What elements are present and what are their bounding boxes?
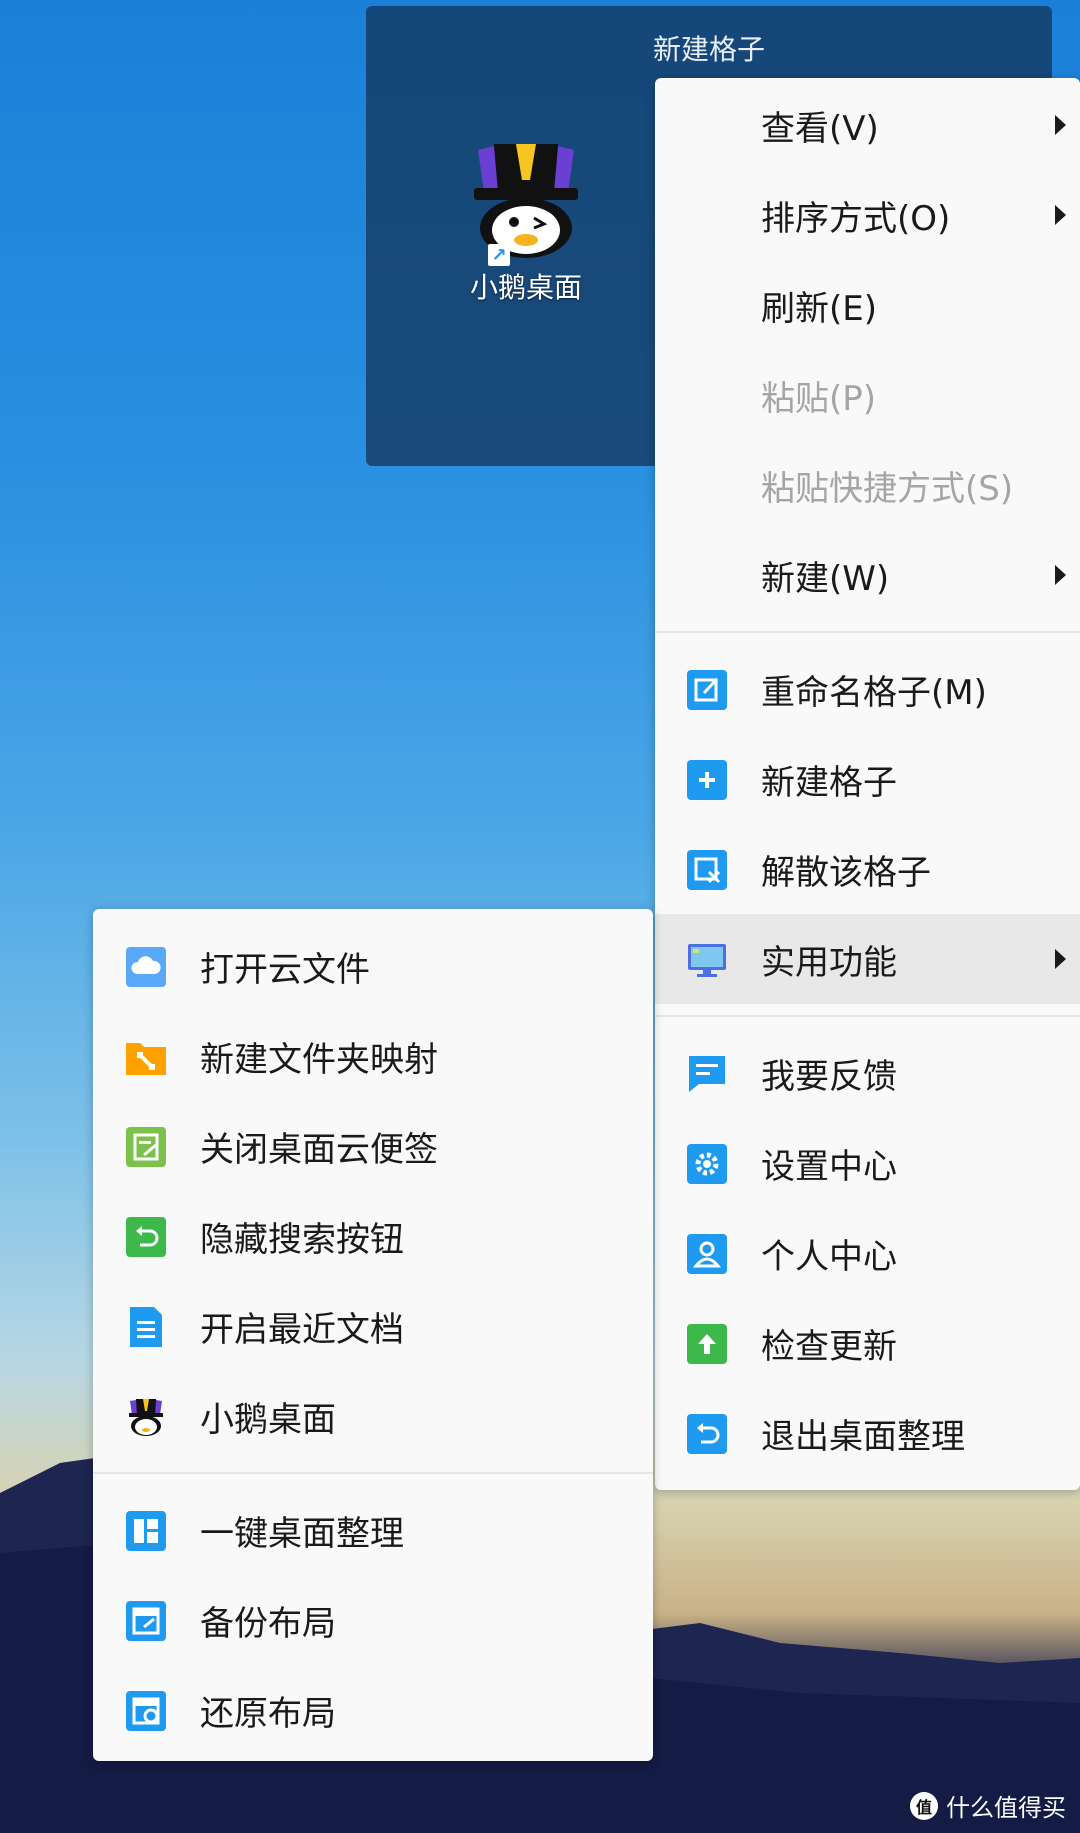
menu-label: 退出桌面整理	[761, 1416, 965, 1457]
submenu-item-one-click-organize[interactable]: 一键桌面整理	[93, 1485, 653, 1575]
menu-item-settings[interactable]: 设置中心	[655, 1118, 1080, 1208]
document-icon	[126, 1307, 166, 1356]
submenu-item-hide-search-button[interactable]: 隐藏搜索按钮	[93, 1191, 653, 1281]
penguin-app-icon	[474, 144, 578, 258]
feedback-icon	[687, 1054, 727, 1103]
menu-item-profile[interactable]: 个人中心	[655, 1208, 1080, 1298]
menu-label: 新建(W)	[761, 558, 890, 599]
menu-label: 设置中心	[761, 1146, 897, 1187]
menu-label: 新建文件夹映射	[200, 1039, 438, 1080]
upload-arrow-icon	[687, 1324, 727, 1373]
submenu-item-new-folder-mapping[interactable]: 新建文件夹映射	[93, 1011, 653, 1101]
submenu-item-backup-layout[interactable]: 备份布局	[93, 1575, 653, 1665]
user-icon	[687, 1234, 727, 1283]
menu-item-sort[interactable]: 排序方式(O)	[655, 170, 1080, 260]
folder-mapping-icon	[126, 1037, 166, 1086]
menu-label: 查看(V)	[761, 108, 879, 149]
shortcut-arrow-icon: ↗	[488, 244, 510, 266]
restore-icon	[126, 1691, 166, 1740]
menu-item-refresh[interactable]: 刷新(E)	[655, 260, 1080, 350]
menu-label: 我要反馈	[761, 1056, 897, 1097]
utilities-submenu: 打开云文件 新建文件夹映射 关闭桌面云便签 隐藏搜索按钮 开启最近文档 小鹅桌面	[93, 909, 653, 1761]
submenu-item-enable-recent-docs[interactable]: 开启最近文档	[93, 1281, 653, 1371]
submenu-item-xiaoe-desktop[interactable]: 小鹅桌面	[93, 1371, 653, 1461]
menu-item-utilities[interactable]: 实用功能	[655, 914, 1080, 1004]
menu-separator	[655, 1015, 1080, 1017]
submenu-item-close-cloud-note[interactable]: 关闭桌面云便签	[93, 1101, 653, 1191]
menu-label: 个人中心	[761, 1236, 897, 1277]
menu-label: 新建格子	[761, 762, 897, 803]
menu-label: 还原布局	[200, 1693, 336, 1734]
menu-item-feedback[interactable]: 我要反馈	[655, 1028, 1080, 1118]
note-icon	[126, 1127, 166, 1176]
menu-label: 隐藏搜索按钮	[200, 1219, 404, 1260]
menu-label: 粘贴快捷方式(S)	[761, 468, 1014, 509]
menu-label: 备份布局	[200, 1603, 336, 1644]
menu-label: 一键桌面整理	[200, 1513, 404, 1554]
watermark-logo: 值	[910, 1791, 938, 1820]
watermark: 值 什么值得买	[910, 1788, 1066, 1823]
menu-label: 小鹅桌面	[200, 1399, 336, 1440]
grid-title: 新建格子	[652, 33, 765, 66]
menu-item-paste: 粘贴(P)	[655, 350, 1080, 440]
submenu-arrow-icon	[1055, 565, 1066, 585]
gear-icon	[687, 1144, 727, 1193]
submenu-arrow-icon	[1055, 205, 1066, 225]
menu-separator	[655, 631, 1080, 633]
penguin-app-icon	[126, 1397, 166, 1446]
menu-label: 检查更新	[761, 1326, 897, 1367]
undo-icon	[687, 1414, 727, 1463]
menu-label: 粘贴(P)	[761, 378, 877, 419]
menu-label: 开启最近文档	[200, 1309, 404, 1350]
menu-item-rename-grid[interactable]: 重命名格子(M)	[655, 644, 1080, 734]
context-menu: 查看(V) 排序方式(O) 刷新(E) 粘贴(P) 粘贴快捷方式(S) 新建(W…	[655, 78, 1080, 1490]
menu-item-check-update[interactable]: 检查更新	[655, 1298, 1080, 1388]
menu-label: 排序方式(O)	[761, 198, 951, 239]
undo-icon	[126, 1217, 166, 1266]
menu-label: 解散该格子	[761, 852, 931, 893]
menu-item-dissolve-grid[interactable]: 解散该格子	[655, 824, 1080, 914]
monitor-icon	[687, 940, 727, 989]
menu-label: 重命名格子(M)	[761, 672, 987, 713]
menu-label: 实用功能	[761, 942, 897, 983]
dissolve-grid-icon	[687, 850, 727, 899]
menu-item-new[interactable]: 新建(W)	[655, 530, 1080, 620]
submenu-item-open-cloud-files[interactable]: 打开云文件	[93, 921, 653, 1011]
menu-item-new-grid[interactable]: 新建格子	[655, 734, 1080, 824]
desktop-shortcut-xiaoe[interactable]: ↗ 小鹅桌面	[456, 136, 596, 306]
watermark-text: 什么值得买	[946, 1794, 1066, 1822]
menu-item-view[interactable]: 查看(V)	[655, 80, 1080, 170]
desktop-icon-label: 小鹅桌面	[469, 271, 582, 304]
submenu-item-restore-layout[interactable]: 还原布局	[93, 1665, 653, 1755]
edit-icon	[687, 670, 727, 719]
submenu-arrow-icon	[1055, 949, 1066, 969]
menu-item-exit[interactable]: 退出桌面整理	[655, 1388, 1080, 1478]
layout-icon	[126, 1511, 166, 1560]
menu-item-paste-shortcut: 粘贴快捷方式(S)	[655, 440, 1080, 530]
menu-label: 打开云文件	[200, 949, 370, 990]
menu-label: 关闭桌面云便签	[200, 1129, 438, 1170]
plus-icon	[687, 760, 727, 809]
submenu-arrow-icon	[1055, 115, 1066, 135]
menu-separator	[93, 1472, 653, 1474]
cloud-icon	[126, 947, 166, 996]
backup-icon	[126, 1601, 166, 1650]
menu-label: 刷新(E)	[761, 288, 878, 329]
